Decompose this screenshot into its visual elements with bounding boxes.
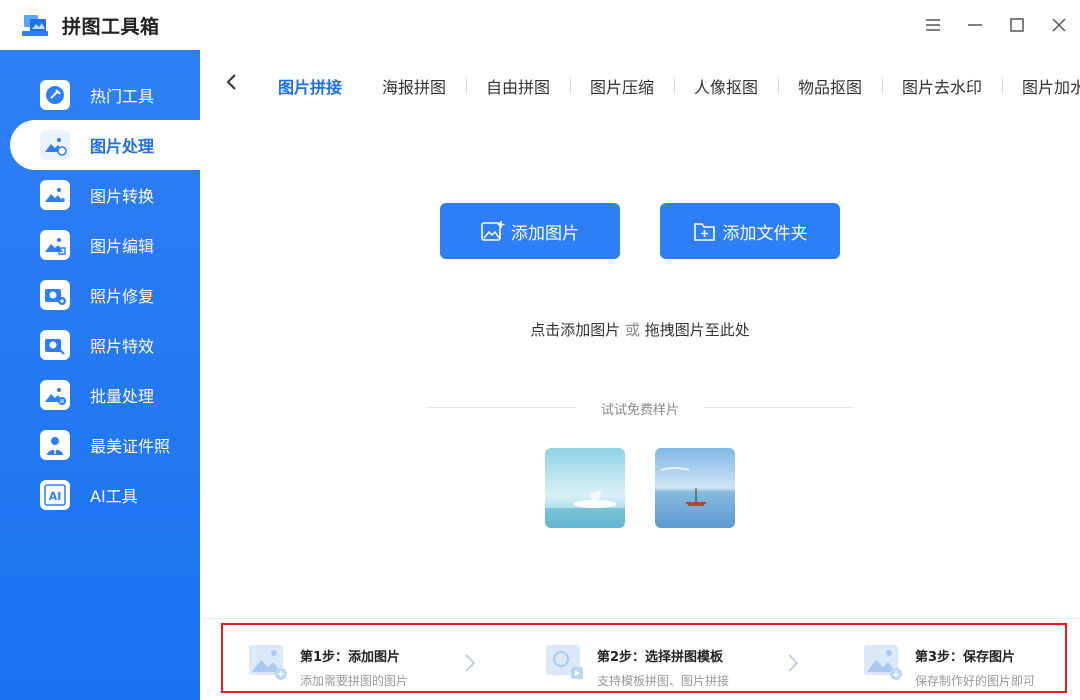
sidebar: 热门工具 图片处理 图片转换 图片编辑 照片修复 照片特效 批量处理 最美证件照…: [0, 50, 200, 700]
ai-icon: AI: [40, 480, 70, 510]
sidebar-item-label: AI工具: [90, 487, 138, 506]
sidebar-item-batch[interactable]: 批量处理: [10, 370, 200, 420]
add-folder-label: 添加文件夹: [722, 223, 808, 244]
tab-poster-collage[interactable]: 海报拼图: [382, 74, 446, 98]
tab-image-compress[interactable]: 图片压缩: [590, 74, 654, 98]
step-title: 第1步：添加图片: [300, 650, 401, 665]
tab-remove-watermark[interactable]: 图片去水印: [902, 74, 982, 98]
add-image-button[interactable]: 添加图片: [440, 203, 620, 259]
close-icon[interactable]: [1046, 12, 1072, 38]
sample-title: 试试免费样片: [600, 403, 679, 418]
sidebar-item-label: 最美证件照: [90, 437, 171, 456]
add-folder-icon: [693, 223, 715, 241]
hint-drag-text: 拖拽图片至此处: [644, 321, 750, 339]
tab-bar: 图片拼接 海报拼图 自由拼图 图片压缩 人像抠图 物品抠图 图片去水印 图片加水: [200, 50, 1080, 120]
sample-image-boat[interactable]: [655, 448, 735, 528]
steps-highlight-box: 第1步：添加图片 添加需要拼图的图片 第2步：选择拼图模板 支持模板拼图、图片拼…: [221, 623, 1067, 693]
step-title: 第2步：选择拼图模板: [597, 650, 724, 665]
app-logo-icon: [22, 13, 48, 37]
step-3: 第3步：保存图片 保存制作好的图片即可: [863, 643, 1035, 689]
batch-icon: [40, 380, 70, 410]
menu-icon[interactable]: [920, 12, 946, 38]
sidebar-item-label: 批量处理: [90, 387, 155, 406]
step-subtitle: 添加需要拼图的图片: [300, 674, 409, 688]
tab-divider: [882, 78, 883, 94]
tab-divider: [466, 78, 467, 94]
tab-add-watermark[interactable]: 图片加水: [1022, 74, 1080, 98]
sidebar-item-photo-effect[interactable]: 照片特效: [10, 320, 200, 370]
sidebar-item-id-photo[interactable]: 最美证件照: [10, 420, 200, 470]
sidebar-item-label: 热门工具: [90, 87, 155, 106]
sidebar-item-hot-tools[interactable]: 热门工具: [10, 70, 200, 120]
add-image-step-icon: [248, 643, 288, 683]
add-image-label: 添加图片: [511, 223, 579, 244]
tab-divider: [778, 78, 779, 94]
sidebar-item-ai-tools[interactable]: AI AI工具: [10, 470, 200, 520]
sidebar-item-label: 图片处理: [90, 137, 155, 156]
tab-divider: [1002, 78, 1003, 94]
minimize-icon[interactable]: [962, 12, 988, 38]
photo-repair-icon: [40, 280, 70, 310]
maximize-icon[interactable]: [1004, 12, 1030, 38]
image-convert-icon: [40, 180, 70, 210]
tab-free-collage[interactable]: 自由拼图: [486, 74, 550, 98]
step-2: 第2步：选择拼图模板 支持模板拼图、图片拼接: [545, 643, 729, 689]
sidebar-item-label: 照片特效: [90, 337, 155, 356]
app-title: 拼图工具箱: [62, 16, 160, 38]
sidebar-item-photo-repair[interactable]: 照片修复: [10, 270, 200, 320]
sidebar-item-label: 照片修复: [90, 287, 155, 306]
steps-panel: 第1步：添加图片 添加需要拼图的图片 第2步：选择拼图模板 支持模板拼图、图片拼…: [200, 618, 1080, 700]
tab-object-cutout[interactable]: 物品抠图: [798, 74, 862, 98]
add-image-icon: [481, 221, 505, 241]
id-photo-icon: [40, 430, 70, 460]
sidebar-item-image-process[interactable]: 图片处理: [10, 120, 200, 170]
image-process-icon: [40, 130, 70, 160]
title-bar: 拼图工具箱: [0, 0, 1080, 50]
step-title: 第3步：保存图片: [915, 650, 1016, 665]
svg-text:AI: AI: [49, 490, 62, 503]
back-arrow-icon[interactable]: [224, 72, 244, 94]
tab-portrait-cutout[interactable]: 人像抠图: [694, 74, 758, 98]
tab-image-stitch[interactable]: 图片拼接: [278, 74, 342, 98]
drop-hint: 点击添加图片 或 拖拽图片至此处: [200, 319, 1080, 340]
add-folder-button[interactable]: 添加文件夹: [660, 203, 840, 259]
sidebar-item-image-convert[interactable]: 图片转换: [10, 170, 200, 220]
sample-image-polar-bear[interactable]: [545, 448, 625, 528]
tools-icon: [40, 80, 70, 110]
chevron-right-icon: [786, 653, 800, 673]
save-image-step-icon: [863, 643, 903, 683]
step-1: 第1步：添加图片 添加需要拼图的图片: [248, 643, 408, 689]
chevron-right-icon: [463, 653, 477, 673]
photo-effect-icon: [40, 330, 70, 360]
step-subtitle: 支持模板拼图、图片拼接: [597, 674, 730, 688]
step-subtitle: 保存制作好的图片即可: [915, 674, 1036, 688]
hint-or-text: 或: [624, 321, 640, 339]
tab-divider: [570, 78, 571, 94]
hint-click-text: 点击添加图片: [530, 321, 621, 339]
sidebar-item-label: 图片转换: [90, 187, 155, 206]
sidebar-item-label: 图片编辑: [90, 237, 155, 256]
select-template-step-icon: [545, 643, 585, 683]
sidebar-item-image-edit[interactable]: 图片编辑: [10, 220, 200, 270]
tab-divider: [674, 78, 675, 94]
image-edit-icon: [40, 230, 70, 260]
